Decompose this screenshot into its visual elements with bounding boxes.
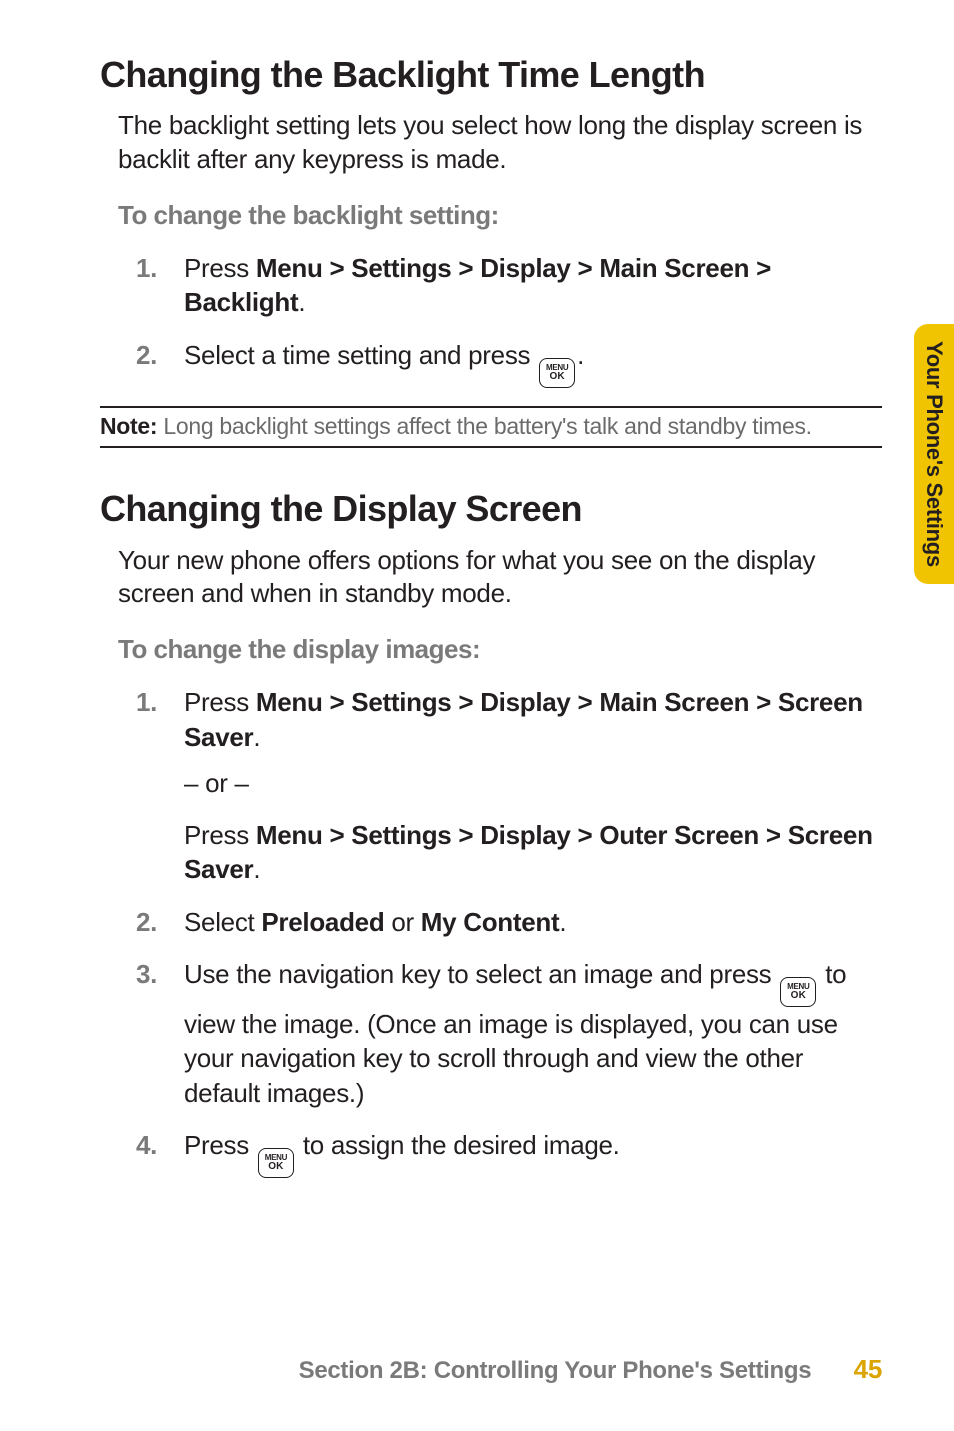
footer-text: Section 2B: Controlling Your Phone's Set… bbox=[299, 1357, 812, 1384]
step-number: 1. bbox=[136, 685, 157, 719]
step-number: 1. bbox=[136, 251, 157, 285]
page-content: Changing the Backlight Time Length The b… bbox=[0, 0, 954, 1431]
step-text-end: . bbox=[577, 340, 584, 370]
step-number: 4. bbox=[136, 1128, 157, 1162]
or-separator: – or – bbox=[184, 766, 882, 800]
step-4: 4. Press MENUOK to assign the desired im… bbox=[136, 1128, 882, 1178]
step-1: 1. Press Menu > Settings > Display > Mai… bbox=[136, 251, 882, 320]
step-3: 3. Use the navigation key to select an i… bbox=[136, 957, 882, 1110]
menu-path: Menu > Settings > Display > Main Screen … bbox=[184, 253, 771, 317]
step-text-end: to assign the desired image. bbox=[296, 1130, 620, 1160]
step-number: 2. bbox=[136, 905, 157, 939]
step-number: 2. bbox=[136, 338, 157, 372]
lead-display-screen: To change the display images: bbox=[100, 634, 882, 665]
step-text-end: . bbox=[253, 854, 260, 884]
note-block: Note: Long backlight settings affect the… bbox=[100, 406, 882, 449]
alt-block: – or – Press Menu > Settings > Display >… bbox=[184, 766, 882, 887]
lead-backlight: To change the backlight setting: bbox=[100, 200, 882, 231]
step-text: Select a time setting and press bbox=[184, 340, 537, 370]
heading-backlight: Changing the Backlight Time Length bbox=[100, 54, 882, 95]
note-text: Long backlight settings affect the batte… bbox=[157, 413, 812, 439]
step-2: 2. Select Preloaded or My Content. bbox=[136, 905, 882, 939]
menu-path: Menu > Settings > Display > Outer Screen… bbox=[184, 820, 873, 884]
alt-step-text: Press Menu > Settings > Display > Outer … bbox=[184, 818, 882, 887]
icon-line2: OK bbox=[549, 372, 564, 382]
note-label: Note: bbox=[100, 413, 157, 439]
step-text-mid: or bbox=[384, 907, 420, 937]
icon-line2: OK bbox=[791, 991, 806, 1001]
step-text: Select bbox=[184, 907, 261, 937]
step-text: Use the navigation key to select an imag… bbox=[184, 959, 778, 989]
icon-line2: OK bbox=[268, 1162, 283, 1172]
heading-display-screen: Changing the Display Screen bbox=[100, 488, 882, 529]
step-1: 1. Press Menu > Settings > Display > Mai… bbox=[136, 685, 882, 887]
menu-ok-icon: MENUOK bbox=[539, 358, 575, 388]
step-text: Press bbox=[184, 253, 256, 283]
step-text: Press bbox=[184, 820, 256, 850]
step-text: Press bbox=[184, 1130, 256, 1160]
menu-ok-icon: MENUOK bbox=[258, 1148, 294, 1178]
step-text-end: . bbox=[559, 907, 566, 937]
intro-backlight: The backlight setting lets you select ho… bbox=[100, 109, 882, 176]
step-text-end: . bbox=[298, 287, 305, 317]
page-number: 45 bbox=[854, 1354, 882, 1385]
step-number: 3. bbox=[136, 957, 157, 991]
menu-ok-icon: MENUOK bbox=[780, 977, 816, 1007]
step-2: 2. Select a time setting and press MENUO… bbox=[136, 338, 882, 388]
steps-backlight: 1. Press Menu > Settings > Display > Mai… bbox=[100, 251, 882, 388]
step-text-end: . bbox=[253, 722, 260, 752]
page-footer: Section 2B: Controlling Your Phone's Set… bbox=[0, 1354, 882, 1385]
steps-display-screen: 1. Press Menu > Settings > Display > Mai… bbox=[100, 685, 882, 1178]
step-text: Press bbox=[184, 687, 256, 717]
menu-path: Menu > Settings > Display > Main Screen … bbox=[184, 687, 863, 751]
option-preloaded: Preloaded bbox=[261, 907, 384, 937]
intro-display-screen: Your new phone offers options for what y… bbox=[100, 544, 882, 611]
option-mycontent: My Content bbox=[421, 907, 560, 937]
